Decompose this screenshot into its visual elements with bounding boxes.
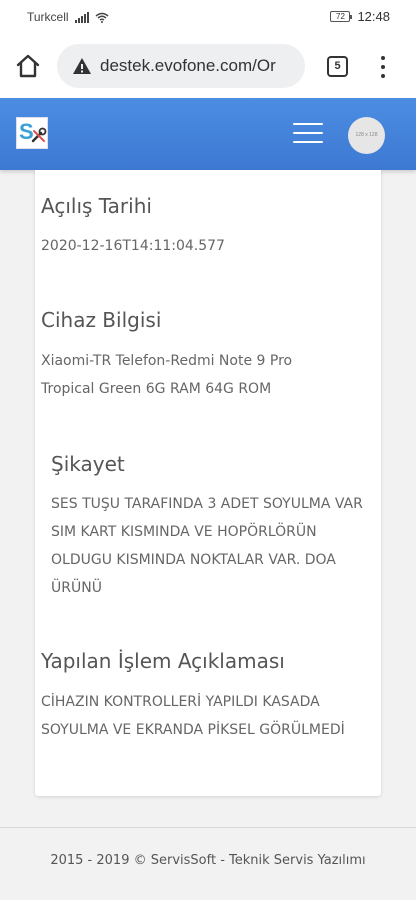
signal-icon bbox=[74, 11, 89, 23]
section-text-complaint: SES TUŞU TARAFINDA 3 ADET SOYULMA VAR SI… bbox=[51, 496, 363, 596]
footer-copyright: 2015 - 2019 © ServisSoft - Teknik Servis… bbox=[50, 853, 366, 868]
section-title-work-done: Yapılan İşlem Açıklaması bbox=[41, 649, 285, 673]
section-title-opening-date: Açılış Tarihi bbox=[41, 194, 152, 218]
hamburger-menu-icon[interactable] bbox=[293, 123, 323, 145]
section-text-device-info: Xiaomi-TR Telefon-Redmi Note 9 Pro Tropi… bbox=[41, 353, 293, 397]
browser-toolbar: destek.evofone.com/Or 5 bbox=[0, 34, 416, 98]
status-bar: Turkcell 72 12:48 bbox=[0, 0, 416, 34]
footer-divider bbox=[0, 827, 416, 828]
ticket-detail-card: Açılış Tarihi 2020-12-16T14:11:04.577 Ci… bbox=[35, 170, 381, 796]
url-text[interactable]: destek.evofone.com/Or bbox=[100, 56, 276, 76]
tabs-button[interactable]: 5 bbox=[327, 56, 348, 77]
address-bar[interactable]: destek.evofone.com/Or bbox=[57, 44, 305, 88]
clock: 12:48 bbox=[357, 9, 390, 24]
status-left: Turkcell bbox=[27, 10, 109, 24]
warning-icon[interactable] bbox=[72, 56, 92, 76]
more-vert-icon[interactable] bbox=[378, 54, 388, 80]
wrench-icon bbox=[31, 127, 47, 143]
home-icon[interactable] bbox=[14, 52, 42, 80]
section-text-work-done: CİHAZIN KONTROLLERİ YAPILDI KASADA SOYUL… bbox=[41, 694, 345, 738]
section-title-device-info: Cihaz Bilgisi bbox=[41, 308, 162, 332]
battery-icon: 72 bbox=[330, 11, 353, 22]
section-text-opening-date: 2020-12-16T14:11:04.577 bbox=[41, 238, 225, 254]
avatar[interactable]: 128 x 128 bbox=[348, 117, 385, 154]
servissoft-logo[interactable]: S bbox=[16, 117, 48, 149]
status-right: 72 12:48 bbox=[330, 9, 390, 24]
wifi-icon bbox=[95, 12, 109, 23]
carrier-name: Turkcell bbox=[27, 10, 69, 24]
section-title-complaint: Şikayet bbox=[51, 452, 125, 476]
